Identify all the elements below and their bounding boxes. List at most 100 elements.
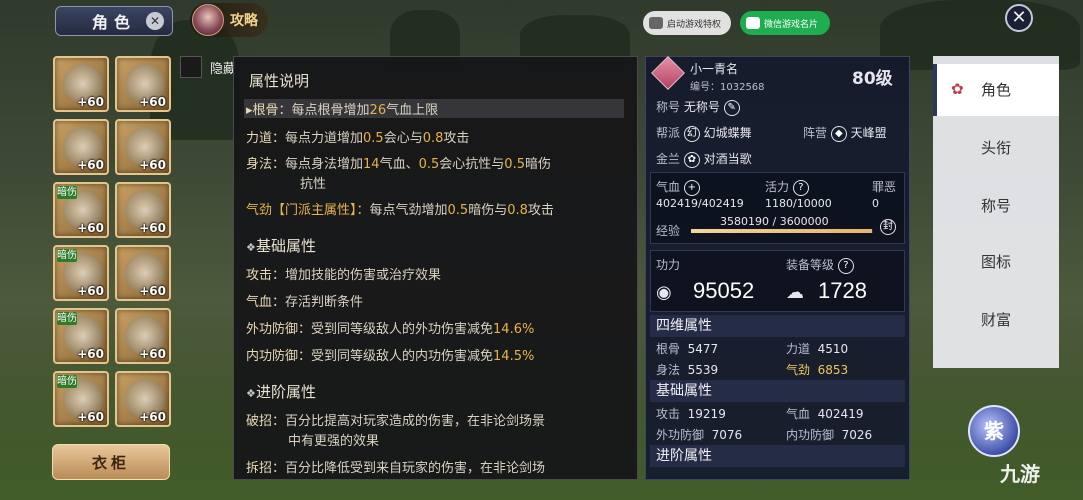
attr-label: 气血： [246, 295, 286, 310]
wardrobe-button[interactable]: 衣柜 [52, 444, 170, 480]
nav-item-icon[interactable]: 图标 [933, 236, 1059, 288]
slot-enhance: +60 [139, 284, 166, 298]
four-dim-title: 四维属性 [650, 315, 905, 337]
strategy-label: 攻略 [230, 13, 258, 29]
stat-outer-def: 外功防御 7076 [656, 426, 742, 443]
stat-inner-def: 内功防御 7026 [786, 426, 872, 443]
nav-item-title[interactable]: 称号 [933, 180, 1059, 232]
equipment-slot[interactable]: +60 [115, 119, 171, 175]
xp-label: 经验 [656, 224, 681, 238]
equipment-slot[interactable]: +60 [53, 119, 109, 175]
attr-row-outer-def: 外功防御：受到同等级敌人的外功伤害减免14.6% [246, 318, 534, 337]
nav-item-role[interactable]: ✿ 角色 [933, 64, 1059, 116]
title-label: 称号 [656, 100, 681, 114]
stat-value: 19219 [687, 407, 726, 421]
nav-item-label: 称号 [980, 197, 1011, 215]
guild-icon: 幻 [683, 125, 700, 142]
equipment-slot[interactable]: 暗伤 +60 [53, 182, 109, 238]
stat-value: 402419 [817, 407, 864, 421]
stat-label: 身法 [656, 363, 681, 377]
title-row: 称号 无称号 ✎ [656, 98, 740, 116]
camp-icon: ◆ [830, 125, 847, 142]
attr-row-pozhao: 破招：百分比提高对玩家造成的伤害，在非论剑场景 [246, 410, 545, 429]
wechat-card-label: 微信游戏名片 [764, 19, 819, 30]
attr-label: 内功防御： [246, 349, 312, 364]
equipment-slot[interactable]: +60 [115, 371, 171, 427]
attr-text: 存活判断条件 [285, 295, 364, 310]
attr-number: 0.5 [363, 131, 384, 146]
jinlan-label: 金兰 [656, 152, 681, 166]
equip-level-row: 装备等级 ? [786, 256, 854, 274]
role-tab[interactable]: 角色 ✕ [55, 6, 173, 36]
stat-label: 攻击 [656, 407, 681, 421]
attr-label: 气劲【门派主属性】： [246, 203, 370, 218]
plus-icon[interactable]: + [683, 179, 700, 196]
attr-text: 暗伤与 [468, 203, 508, 218]
slot-enhance: +60 [77, 347, 104, 361]
slot-enhance: +60 [77, 95, 104, 109]
attr-label: ▸根骨： [246, 103, 292, 118]
character-name: 小一青名 [690, 62, 739, 76]
nav-item-label: 财富 [980, 311, 1011, 329]
stat-qijin: 气劲 6853 [786, 361, 848, 378]
stat-label: 外功防御 [656, 428, 705, 442]
equipment-slot[interactable]: +60 [115, 182, 171, 238]
zui-label: 罪恶 [872, 180, 897, 194]
stat-lidao: 力道 4510 [786, 340, 848, 357]
side-nav: ✿ 角色 头衔 称号 图标 财富 [933, 56, 1059, 368]
attr-text: 攻击 [443, 131, 470, 146]
nav-item-label: 头衔 [980, 139, 1011, 157]
equipment-slot[interactable]: +60 [115, 245, 171, 301]
equipment-slot[interactable]: +60 [115, 56, 171, 112]
nav-item-rank[interactable]: 头衔 [933, 122, 1059, 174]
attr-text: 受到同等级敌人的内功伤害减免 [311, 349, 494, 364]
close-icon[interactable]: ✕ [1005, 4, 1033, 32]
strategy-button[interactable]: 攻略 [190, 3, 268, 37]
attr-label: 力道： [246, 131, 286, 146]
equip-level-icon: ☁ [786, 282, 804, 303]
jinlan-value: 对酒当歌 [703, 152, 752, 166]
nav-item-wealth[interactable]: 财富 [933, 294, 1059, 346]
camp-value: 天峰盟 [850, 126, 887, 140]
attr-row-shenfa: 身法：每点身法增加14气血、0.5会心抗性与0.5暗伤 [246, 153, 551, 172]
purple-rank-badge[interactable]: 紫 [968, 405, 1020, 457]
slot-enhance: +60 [139, 158, 166, 172]
slot-enhance: +60 [77, 410, 104, 424]
qixue-label: 气血 [656, 180, 681, 194]
section-basic: ❖基础属性 [246, 235, 316, 256]
equip-level-value: 1728 [818, 278, 867, 303]
power-label: 功力 [656, 258, 681, 272]
xp-value: 3580190 / 3600000 [720, 215, 829, 228]
attr-text: 气血上限 [386, 103, 439, 118]
equipment-slot[interactable]: 暗伤 +60 [53, 371, 109, 427]
camp-row: 阵营 ◆ 天峰盟 [803, 124, 887, 142]
attr-text: 每点气劲增加 [369, 203, 448, 218]
slot-enhance: +60 [139, 410, 166, 424]
power-value: 95052 [693, 278, 755, 303]
equipment-slot[interactable]: 暗伤 +60 [53, 308, 109, 364]
edit-icon[interactable]: ✎ [723, 99, 740, 116]
equipment-slot[interactable]: +60 [53, 56, 109, 112]
attr-text: 会心抗性与 [439, 157, 505, 172]
stat-label: 内功防御 [786, 428, 835, 442]
attr-row-attack: 攻击：增加技能的伤害或治疗效果 [246, 264, 441, 283]
collapse-icon[interactable]: ✕ [146, 12, 164, 30]
help-icon[interactable]: ? [792, 179, 809, 196]
section-advanced: ❖进阶属性 [246, 381, 316, 402]
attr-text: 每点身法增加 [285, 157, 364, 172]
wechat-card-button[interactable]: 微信游戏名片 [740, 11, 830, 35]
game-controller-icon [649, 17, 663, 29]
equipment-slot[interactable]: +60 [115, 308, 171, 364]
launch-privilege-button[interactable]: 启动游戏特权 [643, 11, 731, 35]
camp-label: 阵营 [803, 126, 828, 140]
equipment-slot[interactable]: 暗伤 +60 [53, 245, 109, 301]
attr-row-gengu: ▸根骨：每点根骨增加26气血上限 [244, 99, 624, 118]
attr-row-continuation: 中有更强的效果 [288, 434, 380, 449]
hide-checkbox[interactable] [180, 56, 202, 78]
slot-enhance: +60 [77, 158, 104, 172]
seal-icon[interactable]: 封 [880, 219, 896, 235]
attr-text: 会心与 [383, 131, 423, 146]
flower-icon: ✿ [951, 80, 964, 98]
stat-label: 根骨 [656, 342, 681, 356]
help-icon[interactable]: ? [837, 257, 854, 274]
